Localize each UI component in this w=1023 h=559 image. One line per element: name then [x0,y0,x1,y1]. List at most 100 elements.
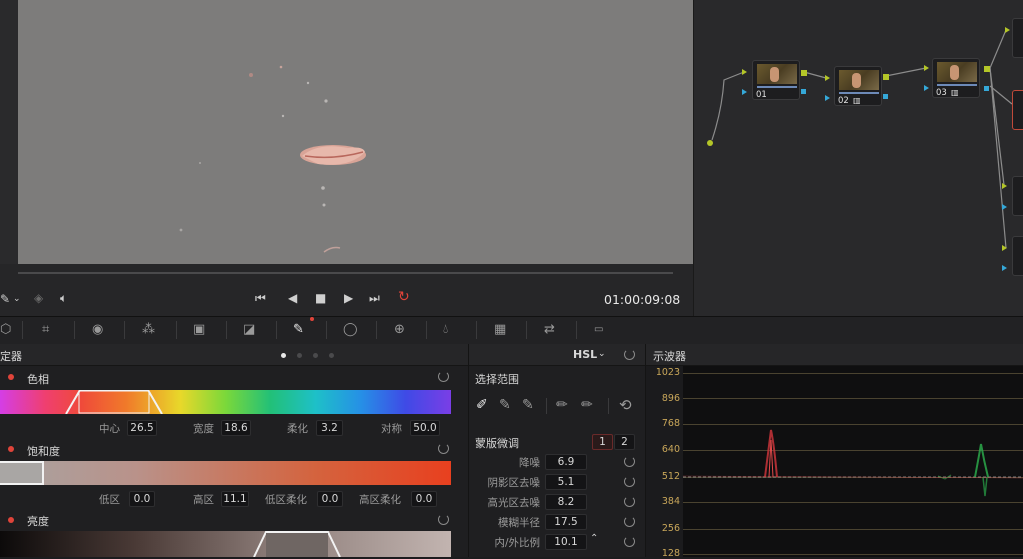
picker-icon[interactable]: ✐ [476,397,488,413]
play-button[interactable]: ▶ [344,291,353,305]
scrubber-track[interactable] [18,272,673,274]
node-01-output-key[interactable] [801,89,806,94]
node-04-input-rgb[interactable] [1005,27,1010,33]
hue-enable-toggle[interactable] [8,374,14,380]
viewer-image[interactable] [18,0,693,264]
sizing-icon[interactable]: ⇄ [544,322,555,337]
node-02-input-rgb[interactable] [825,75,830,81]
node-04[interactable] [1012,18,1023,58]
luminance-gradient-bar[interactable] [0,531,451,557]
hue-symmetry-field[interactable]: 50.0 [410,420,440,436]
layers-icon[interactable]: ◈ [34,291,43,305]
feather-minus-icon[interactable]: ✏ [556,397,568,413]
node-07-input-rgb[interactable] [1002,245,1007,251]
shadow-denoise-reset-icon[interactable] [624,476,635,487]
node-01[interactable]: 01 [752,60,800,100]
window-circle-icon[interactable]: ◯ [343,322,358,337]
curves-icon[interactable]: ◪ [243,322,255,337]
picker-minus-icon[interactable]: ✎ [499,397,511,413]
blur-radius-reset-icon[interactable] [624,516,635,527]
image-icon[interactable]: ▣ [193,322,205,337]
3d-icon[interactable]: ▭ [594,324,603,335]
target-circle-icon[interactable]: ◉ [92,322,103,337]
page-dot[interactable] [329,353,334,358]
key-image-icon[interactable]: ▦ [494,322,506,337]
highlight-denoise-field[interactable]: 8.2 [545,494,587,510]
cube-icon[interactable]: ⬡ [0,322,11,337]
page-dot[interactable] [297,353,302,358]
skip-to-start-button[interactable]: ⏮︎ [255,291,266,305]
matte-param-label: 降噪 [519,457,540,469]
eyedropper-picker-icon[interactable]: ✎ [0,292,10,306]
chevron-up-icon[interactable]: ⌃ [590,533,598,544]
luminance-range-handle[interactable] [0,531,451,557]
node-06-input-rgb[interactable] [1002,183,1007,189]
node-02-output-key[interactable] [883,94,888,99]
invert-icon[interactable]: ⟲ [619,396,632,414]
qualifier-mode-select[interactable]: HSL [573,348,597,361]
denoise-field[interactable]: 6.9 [545,454,587,470]
node-mask-icon: ▥ [853,96,861,105]
page-dot[interactable] [313,353,318,358]
node-05[interactable] [1012,90,1023,130]
node-label: 02 [838,96,849,106]
saturation-gradient-bar[interactable] [0,461,451,485]
reset-all-icon[interactable] [624,349,635,360]
sat-high-soft-field[interactable]: 0.0 [411,491,437,507]
node-03-input-rgb[interactable] [924,65,929,71]
picker-plus-icon[interactable]: ✎ [522,397,534,413]
chevron-down-icon[interactable]: ⌄ [13,292,21,306]
saturation-range-handle[interactable] [0,461,44,485]
page-dot-active[interactable] [281,353,286,358]
node-03[interactable]: 03 ▥ [932,58,980,98]
blur-drops-icon[interactable]: 💧︎ [443,322,448,337]
matte-tab-2[interactable]: 2 [614,434,635,450]
hue-center-field[interactable]: 26.5 [127,420,157,436]
hue-soft-field[interactable]: 3.2 [316,420,343,436]
shadow-denoise-field[interactable]: 5.1 [545,474,587,490]
node-07-input-key[interactable] [1002,265,1007,271]
tracker-crosshair-icon[interactable]: ⊕ [394,322,405,337]
luminance-reset-icon[interactable] [438,514,449,525]
speaker-icon[interactable]: 🔈︎ [60,291,67,305]
matte-tab-1[interactable]: 1 [592,434,613,450]
node-02-input-key[interactable] [825,95,830,101]
node-01-output-rgb[interactable] [801,70,807,76]
node-03-output-key[interactable] [984,86,989,91]
denoise-reset-icon[interactable] [624,456,635,467]
luminance-enable-toggle[interactable] [8,517,14,523]
hue-gradient-bar[interactable] [0,390,451,414]
color-dots-icon[interactable]: ⁂ [142,322,155,337]
stop-button[interactable]: ■ [315,291,326,305]
node-03-output-rgb[interactable] [984,66,990,72]
in-out-ratio-reset-icon[interactable] [624,536,635,547]
node-graph[interactable]: 01 02 ▥ 03 ▥ [693,0,1023,316]
play-reverse-button[interactable]: ◀ [288,291,297,305]
grid-scan-icon[interactable]: ⌗ [42,322,49,337]
highlight-denoise-reset-icon[interactable] [624,496,635,507]
node-06-input-key[interactable] [1002,204,1007,210]
node-01-input-key[interactable] [742,89,747,95]
loop-button[interactable]: ↻ [398,290,410,304]
node-02[interactable]: 02 ▥ [834,66,882,106]
node-07[interactable] [1012,236,1023,276]
node-03-input-key[interactable] [924,85,929,91]
in-out-ratio-field[interactable]: 10.1 [545,534,587,550]
hue-range-handle[interactable] [0,390,451,414]
hue-reset-icon[interactable] [438,371,449,382]
saturation-enable-toggle[interactable] [8,446,14,452]
skip-to-end-button[interactable]: ⏭︎ [369,291,380,305]
source-input-port[interactable] [707,140,713,146]
sat-low-field[interactable]: 0.0 [129,491,155,507]
blur-radius-field[interactable]: 17.5 [545,514,587,530]
node-06[interactable] [1012,176,1023,216]
sat-high-field[interactable]: 11.1 [221,491,249,507]
node-01-input-rgb[interactable] [742,69,747,75]
feather-plus-icon[interactable]: ✏ [581,397,593,413]
hue-width-field[interactable]: 18.6 [221,420,251,436]
saturation-reset-icon[interactable] [438,443,449,454]
chevron-down-icon[interactable]: ⌄ [598,349,606,359]
sat-low-soft-field[interactable]: 0.0 [317,491,343,507]
qualifier-eyedropper-icon[interactable]: ✎ [293,322,304,337]
node-02-output-rgb[interactable] [883,74,889,80]
